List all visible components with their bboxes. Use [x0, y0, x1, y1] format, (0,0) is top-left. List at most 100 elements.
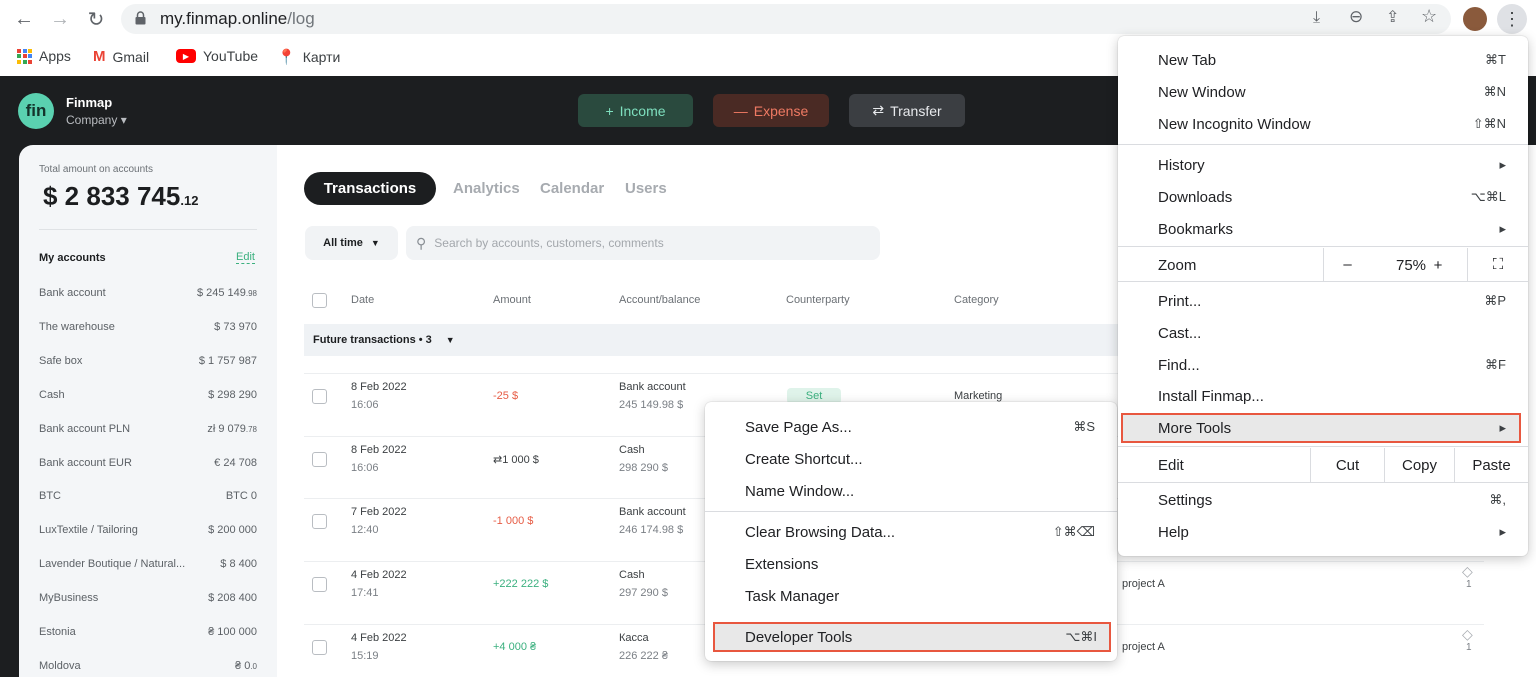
bookmark-label: Карти	[302, 49, 341, 65]
submenu-item-create-shortcut[interactable]: Create Shortcut...	[705, 444, 1117, 474]
account-item[interactable]: Moldova ₴ 0.0	[39, 660, 257, 672]
menu-item-label: New Incognito Window	[1158, 115, 1311, 133]
menu-item-label: Create Shortcut...	[745, 450, 863, 468]
tab-transactions[interactable]: Transactions	[304, 172, 436, 205]
menu-item-downloads[interactable]: Downloads ⌥⌘L	[1118, 182, 1528, 212]
income-button[interactable]: + Income	[578, 94, 693, 127]
bookmark-apps[interactable]: Apps	[17, 48, 71, 64]
submenu-item-extensions[interactable]: Extensions	[705, 549, 1117, 579]
account-item[interactable]: Lavender Boutique / Natural... $ 8 400	[39, 558, 257, 570]
tag-icon[interactable]: ◇	[1462, 626, 1473, 643]
account-item[interactable]: Cash $ 298 290	[39, 389, 257, 401]
row-date: 4 Feb 2022	[351, 569, 407, 582]
search-input[interactable]: ⚲ Search by accounts, customers, comment…	[406, 226, 880, 260]
company-selector[interactable]: Company ▾	[66, 113, 127, 127]
zoom-icon[interactable]: ⊖	[1349, 7, 1363, 27]
menu-item-print[interactable]: Print... ⌘P	[1118, 286, 1528, 316]
bookmark-maps[interactable]: 📍 Карти	[277, 48, 340, 66]
col-amount[interactable]: Amount	[493, 294, 531, 306]
menu-item-cast[interactable]: Cast...	[1118, 318, 1528, 348]
edit-accounts-link[interactable]: Edit	[236, 251, 255, 264]
col-category[interactable]: Category	[954, 294, 999, 306]
account-item[interactable]: LuxTextile / Tailoring $ 200 000	[39, 524, 257, 536]
reload-icon[interactable]: ↻	[82, 5, 110, 33]
copy-button[interactable]: Copy	[1384, 448, 1454, 482]
account-item[interactable]: Bank account EUR € 24 708	[39, 457, 257, 469]
row-balance: 245 149.98 $	[619, 399, 684, 411]
menu-item-label: Extensions	[745, 555, 819, 573]
share-icon[interactable]: ⇪	[1386, 7, 1399, 27]
menu-item-find[interactable]: Find... ⌘F	[1118, 350, 1528, 380]
menu-item-label: Find...	[1158, 356, 1200, 374]
transfer-button[interactable]: ⇄ Transfer	[849, 94, 965, 127]
account-balance: ₴ 100 000	[208, 626, 257, 638]
menu-item-settings[interactable]: Settings ⌘,	[1118, 485, 1528, 515]
menu-item-shortcut: ⌘S	[1073, 419, 1095, 434]
menu-item-new-window[interactable]: New Window ⌘N	[1118, 77, 1528, 107]
back-arrow-icon[interactable]: ←	[10, 5, 38, 33]
account-balance: $ 298 290	[208, 388, 257, 401]
account-item[interactable]: Bank account PLN zł 9 079.78	[39, 423, 257, 435]
submenu-item-name-window[interactable]: Name Window...	[705, 476, 1117, 506]
menu-item-label: Cast...	[1158, 324, 1202, 342]
account-item[interactable]: Estonia ₴ 100 000	[39, 626, 257, 638]
cut-button[interactable]: Cut	[1310, 448, 1384, 482]
profile-avatar[interactable]	[1463, 7, 1487, 31]
menu-item-help[interactable]: Help ▸	[1118, 517, 1528, 547]
row-balance: 226 222 ₴	[619, 649, 668, 662]
future-transactions-group[interactable]: Future transactions • 3 ▼	[304, 324, 1124, 356]
col-account[interactable]: Account/balance	[619, 294, 700, 306]
row-checkbox[interactable]	[312, 389, 327, 404]
menu-item-label: Bookmarks	[1158, 220, 1234, 238]
zoom-in-button[interactable]: +	[1423, 257, 1453, 274]
account-item[interactable]: Safe box $ 1 757 987	[39, 355, 257, 367]
minus-icon: —	[733, 102, 748, 119]
row-date: 7 Feb 2022	[351, 506, 407, 519]
install-app-icon[interactable]: ⤓	[1313, 9, 1320, 27]
search-placeholder: Search by accounts, customers, comments	[434, 236, 664, 250]
menu-item-new-tab[interactable]: New Tab ⌘T	[1118, 45, 1528, 75]
tag-icon[interactable]: ◇	[1462, 563, 1473, 580]
col-date[interactable]: Date	[351, 294, 374, 306]
tab-calendar[interactable]: Calendar	[540, 180, 604, 197]
tab-analytics[interactable]: Analytics	[453, 180, 520, 197]
menu-item-more-tools[interactable]: More Tools ▸	[1121, 413, 1521, 443]
row-checkbox[interactable]	[312, 451, 327, 467]
menu-item-install-finmap[interactable]: Install Finmap...	[1118, 381, 1528, 411]
address-bar[interactable]	[121, 4, 1451, 34]
account-name: Estonia	[39, 626, 76, 638]
fullscreen-icon[interactable]: ⛶	[1467, 248, 1528, 281]
menu-item-shortcut: ⌘,	[1489, 492, 1506, 507]
paste-button[interactable]: Paste	[1454, 448, 1528, 482]
zoom-out-button[interactable]: –	[1323, 248, 1371, 281]
forward-arrow-icon[interactable]: →	[46, 5, 74, 33]
account-item[interactable]: Bank account $ 245 149.98	[39, 287, 257, 299]
bookmark-youtube[interactable]: ▶ YouTube	[176, 48, 258, 64]
menu-item-new-incognito-window[interactable]: New Incognito Window ⇧⌘N	[1118, 109, 1528, 139]
menu-item-label: More Tools	[1158, 419, 1232, 437]
tab-users[interactable]: Users	[625, 180, 667, 197]
row-checkbox[interactable]	[312, 639, 327, 655]
menu-item-label: Install Finmap...	[1158, 387, 1264, 405]
more-tools-submenu: Save Page As... ⌘S Create Shortcut... Name …	[705, 402, 1117, 661]
period-filter[interactable]: All time ▼	[305, 226, 398, 260]
row-checkbox[interactable]	[312, 514, 327, 530]
submenu-item-developer-tools[interactable]: Developer Tools ⌥⌘I	[713, 622, 1111, 652]
expense-button[interactable]: — Expense	[713, 94, 829, 127]
select-all-checkbox[interactable]	[312, 293, 327, 308]
bookmark-star-icon[interactable]: ☆	[1421, 6, 1437, 27]
menu-item-label: Print...	[1158, 292, 1202, 310]
row-checkbox[interactable]	[312, 577, 327, 593]
submenu-item-clear-browsing-data[interactable]: Clear Browsing Data... ⇧⌘⌫	[705, 517, 1117, 547]
menu-item-bookmarks[interactable]: Bookmarks ▸	[1118, 214, 1528, 244]
accounts-title: My accounts	[39, 252, 106, 264]
account-item[interactable]: The warehouse $ 73 970	[39, 321, 257, 333]
kebab-menu-icon[interactable]: ⋮	[1497, 4, 1527, 34]
menu-item-history[interactable]: History ▸	[1118, 150, 1528, 180]
submenu-item-task-manager[interactable]: Task Manager	[705, 581, 1117, 611]
account-item[interactable]: MyBusiness $ 208 400	[39, 592, 257, 604]
col-counterparty[interactable]: Counterparty	[786, 294, 850, 306]
account-item[interactable]: BTC BTC 0	[39, 490, 257, 502]
bookmark-gmail[interactable]: M Gmail	[93, 48, 149, 65]
submenu-item-save-page-as[interactable]: Save Page As... ⌘S	[705, 412, 1117, 442]
